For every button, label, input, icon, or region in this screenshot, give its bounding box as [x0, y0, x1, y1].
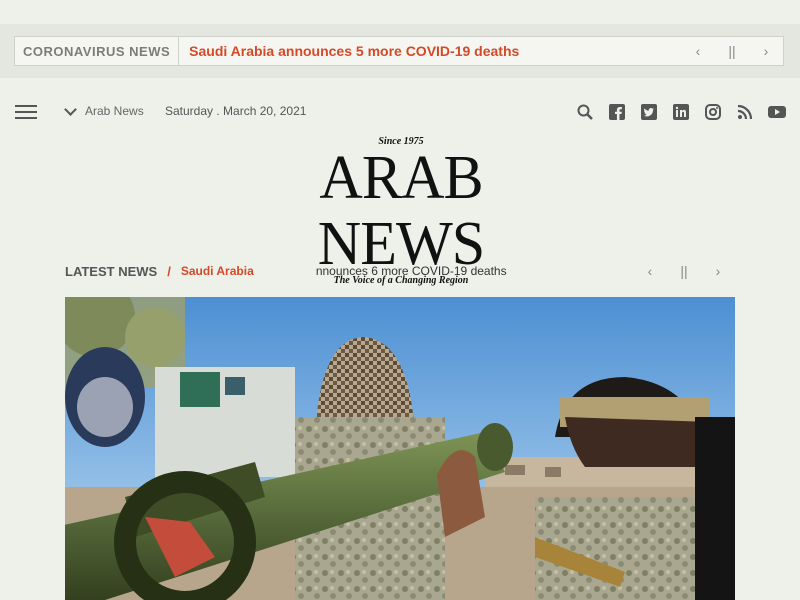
header-row: Arab News Saturday . March 20, 2021 [0, 100, 800, 124]
latest-separator: / [167, 263, 171, 279]
instagram-icon[interactable] [704, 103, 722, 121]
pause-icon[interactable]: || [715, 43, 749, 59]
breaking-news-ticker: CORONAVIRUS NEWS Saudi Arabia announces … [14, 36, 784, 66]
breaking-news-bar: CORONAVIRUS NEWS Saudi Arabia announces … [0, 24, 800, 78]
search-icon[interactable] [576, 103, 594, 121]
chevron-down-icon [64, 102, 77, 116]
facebook-icon[interactable] [608, 103, 626, 121]
rss-icon[interactable] [736, 103, 754, 121]
edition-label: Arab News [85, 104, 144, 118]
latest-news-label: LATEST NEWS [65, 263, 158, 279]
linkedin-icon[interactable] [672, 103, 690, 121]
top-strip [0, 0, 800, 24]
edition-selector[interactable]: Arab News [64, 102, 144, 118]
breaking-news-headline[interactable]: Saudi Arabia announces 5 more COVID-19 d… [179, 43, 681, 59]
latest-news-headline[interactable]: nnounces 6 more COVID-19 deaths [316, 264, 633, 278]
chevron-right-icon[interactable]: › [749, 43, 783, 59]
hero-photo [65, 297, 735, 600]
twitter-icon[interactable] [640, 103, 658, 121]
chevron-right-icon[interactable]: › [701, 263, 735, 279]
pause-icon[interactable]: || [667, 263, 701, 279]
latest-news-category[interactable]: Saudi Arabia [181, 264, 316, 278]
latest-ticker-controls: ‹ || › [633, 263, 735, 279]
social-icons [562, 103, 786, 121]
chevron-left-icon[interactable]: ‹ [681, 43, 715, 59]
logo-wordmark: ARAB NEWS [317, 144, 485, 278]
youtube-icon[interactable] [768, 103, 786, 121]
hero-image[interactable] [65, 297, 735, 600]
current-date: Saturday . March 20, 2021 [165, 104, 307, 118]
breaking-news-label: CORONAVIRUS NEWS [15, 37, 180, 65]
latest-news-ticker: LATEST NEWS / Saudi Arabia nnounces 6 mo… [65, 260, 735, 282]
chevron-left-icon[interactable]: ‹ [633, 263, 667, 279]
menu-icon[interactable] [15, 105, 37, 119]
